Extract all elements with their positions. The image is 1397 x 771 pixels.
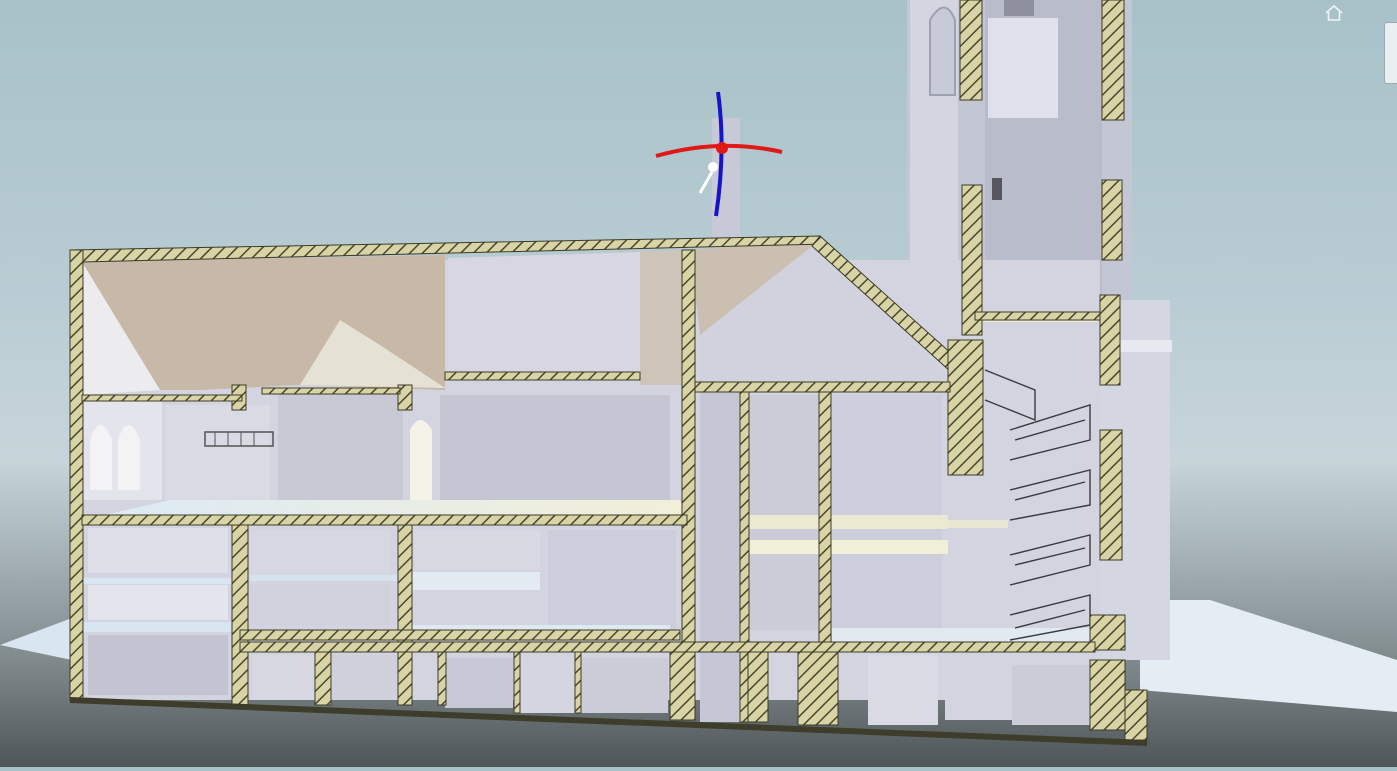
gizmo-origin[interactable] bbox=[716, 142, 728, 154]
gizmo-y-axis[interactable] bbox=[698, 171, 714, 194]
3d-viewport[interactable] bbox=[0, 0, 1397, 767]
steeple-cross bbox=[712, 118, 740, 238]
home-icon bbox=[1325, 4, 1343, 21]
viewcube-icon[interactable] bbox=[1384, 22, 1397, 84]
home-view-button[interactable] bbox=[1323, 2, 1345, 24]
